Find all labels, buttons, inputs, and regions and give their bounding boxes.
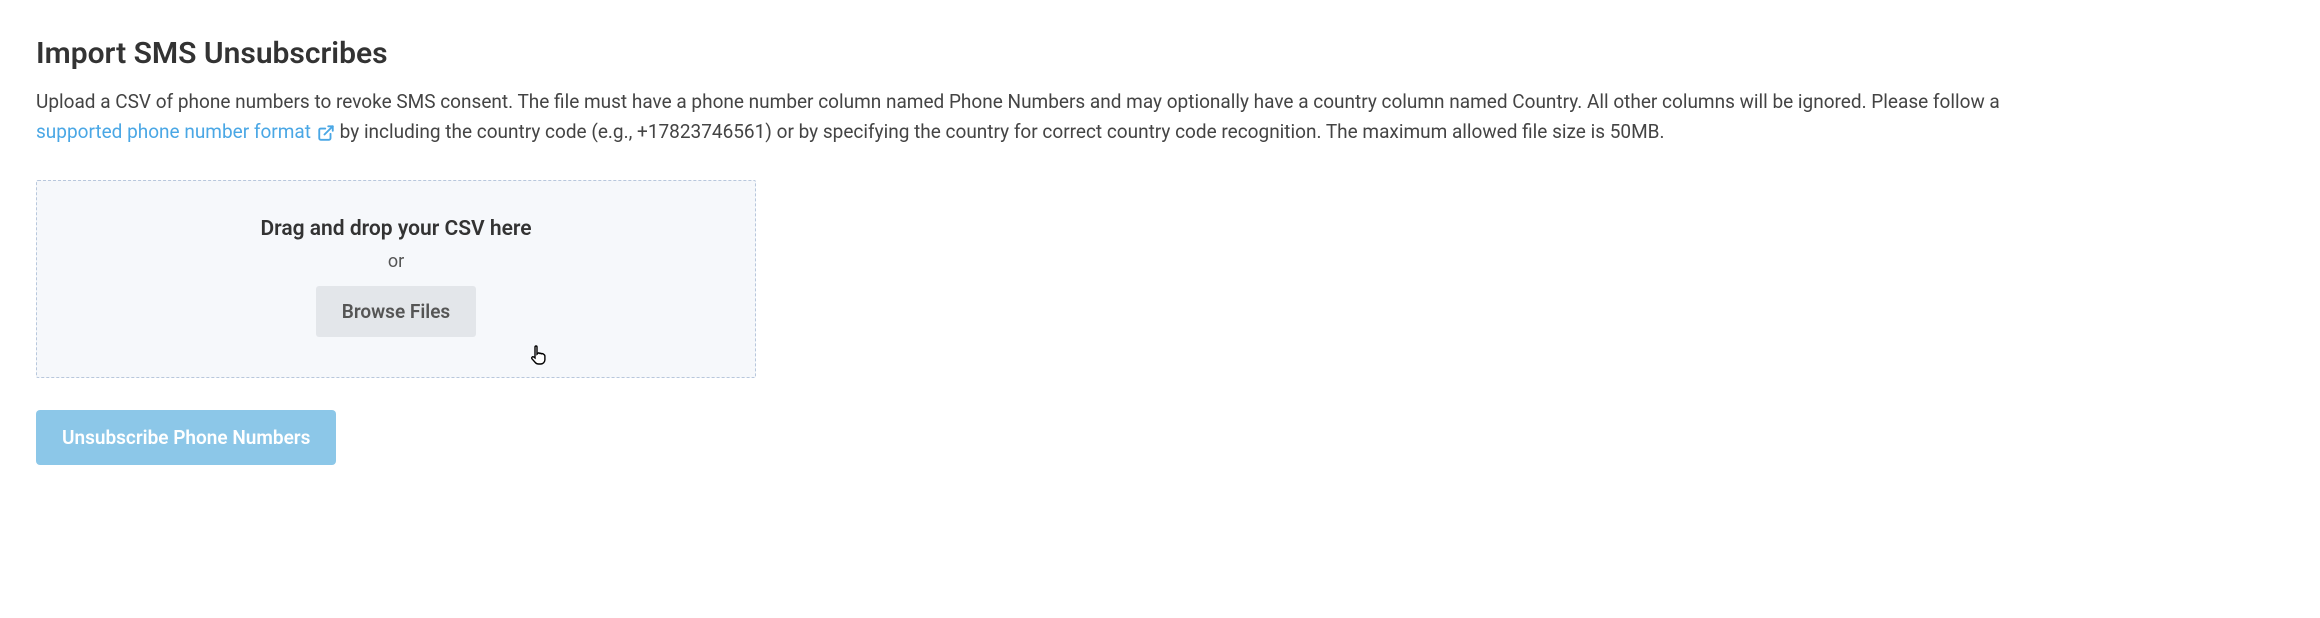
link-text: supported phone number format: [36, 117, 311, 147]
cursor-pointer-icon: [527, 343, 551, 367]
browse-files-button[interactable]: Browse Files: [316, 286, 476, 337]
page-title: Import SMS Unsubscribes: [36, 36, 2284, 71]
external-link-icon: [317, 124, 335, 142]
dropzone-or-text: or: [61, 251, 731, 272]
description-part1: Upload a CSV of phone numbers to revoke …: [36, 90, 2000, 113]
csv-dropzone[interactable]: Drag and drop your CSV here or Browse Fi…: [36, 180, 756, 378]
supported-format-link[interactable]: supported phone number format: [36, 117, 335, 147]
description-part2: by including the country code (e.g., +17…: [340, 120, 1665, 143]
dropzone-title: Drag and drop your CSV here: [61, 217, 731, 241]
unsubscribe-phone-numbers-button[interactable]: Unsubscribe Phone Numbers: [36, 410, 336, 465]
description-text: Upload a CSV of phone numbers to revoke …: [36, 87, 2276, 148]
